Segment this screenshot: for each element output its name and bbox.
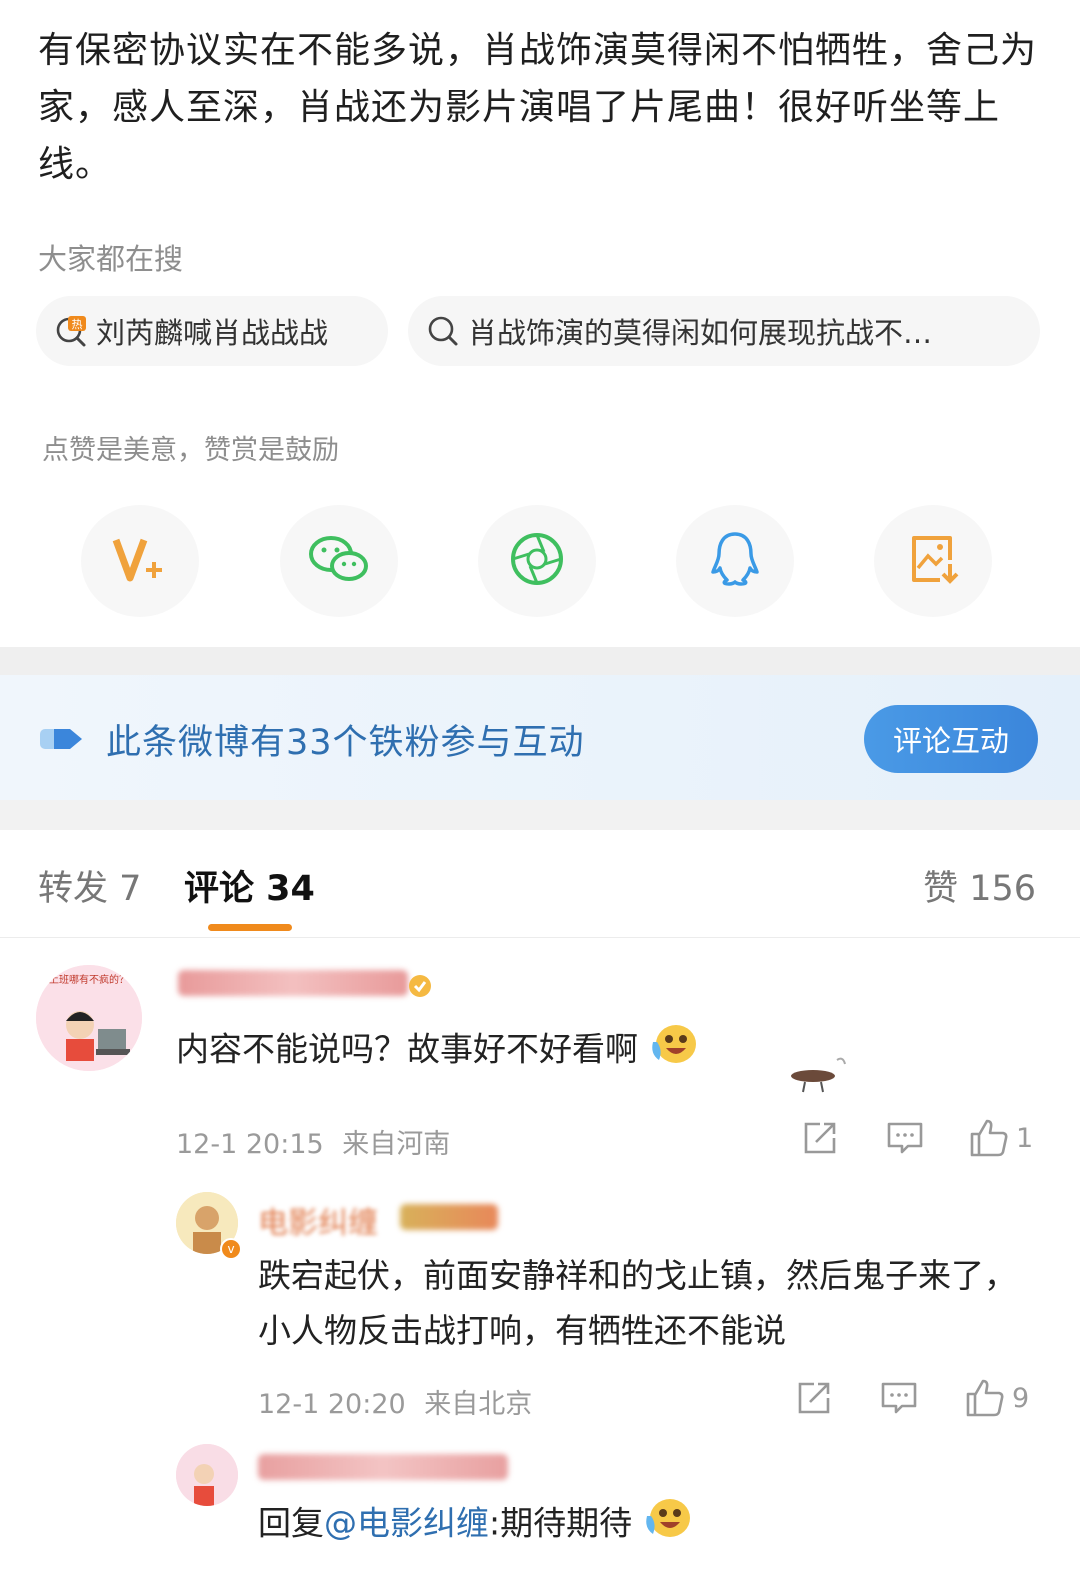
svg-text:v: v (227, 1242, 234, 1256)
username[interactable]: 电影纠缠 (258, 1198, 378, 1242)
like-comment-button[interactable]: 1 (968, 1118, 1033, 1158)
reply-time: 12-1 20:20 (258, 1389, 406, 1420)
comment-icon (881, 1382, 917, 1414)
avatar[interactable] (176, 1444, 238, 1506)
avatar-caption: 上班哪有不疯的？ (49, 973, 129, 986)
comment-text: 内容不能说吗？故事好不好看啊 (176, 1029, 638, 1069)
tab-like[interactable]: 赞 156 (923, 860, 1036, 911)
comment-location: 来自河南 (342, 1129, 451, 1160)
comment-icon (887, 1122, 923, 1154)
fan-badge-icon (406, 972, 434, 1004)
share-icon (798, 1382, 830, 1414)
search-heading: 大家都在搜 (38, 242, 184, 276)
like-count: 1 (1016, 1122, 1034, 1154)
like-reply-button[interactable]: 9 (964, 1378, 1029, 1418)
reply-location: 来自北京 (424, 1389, 533, 1420)
thumbs-up-icon (970, 1119, 1008, 1157)
search-chip-1[interactable]: 热 刘芮麟喊肖战战战 (36, 296, 388, 366)
divider (0, 937, 1080, 938)
forward-reply-button[interactable] (796, 1380, 832, 1416)
v-plus-icon (110, 534, 170, 588)
hot-search-icon: 热 (54, 314, 88, 348)
post-text: 有保密协议实在不能多说，肖战饰演莫得闲不怕牺牲，舍己为家，感人至深，肖战还为影片… (38, 30, 1038, 185)
reply-comment-button[interactable] (886, 1120, 924, 1156)
wechat-icon (307, 532, 371, 590)
reply-prefix: 回复 (258, 1503, 324, 1543)
hot-badge-text: 热 (72, 318, 83, 331)
save-image-icon (906, 532, 960, 590)
reply-meta: 12-1 20:20 来自北京 (258, 1382, 532, 1421)
comment-meta: 12-1 20:15 来自河南 (176, 1122, 450, 1161)
fan-interaction-text: 此条微博有33个铁粉参与互动 (106, 723, 585, 763)
mention-link[interactable]: @电影纠缠 (324, 1504, 489, 1543)
laugh-cry-emoji (649, 1020, 699, 1082)
sticker-decoration (785, 1052, 847, 1098)
reply-content: 跌宕起伏，前面安静祥和的戈止镇，然后鬼子来了，小人物反击战打响，有牺牲还不能说 (258, 1256, 1017, 1350)
active-tab-indicator (208, 924, 292, 931)
user-badge-blurred (400, 1204, 498, 1230)
qq-share-button[interactable] (676, 505, 794, 617)
reward-hint: 点赞是美意，赞赏是鼓励 (42, 435, 339, 466)
laugh-cry-emoji (643, 1494, 693, 1556)
save-image-button[interactable] (874, 505, 992, 617)
search-icon (426, 314, 460, 348)
section-separator (0, 800, 1080, 830)
username-blurred[interactable] (258, 1454, 508, 1480)
search-chip-label: 刘芮麟喊肖战战战 (96, 316, 329, 350)
comment-content: 内容不能说吗？故事好不好看啊 (176, 1020, 699, 1082)
v-plus-button[interactable] (81, 505, 199, 617)
fan-icon (38, 724, 88, 758)
moments-share-button[interactable] (478, 505, 596, 617)
verified-badge-icon: v (220, 1238, 242, 1264)
reply-content: 回复@电影纠缠:期待期待 (258, 1494, 693, 1556)
comment-interaction-button[interactable]: 评论互动 (864, 705, 1038, 773)
comment-time: 12-1 20:15 (176, 1129, 324, 1160)
share-icon (804, 1122, 836, 1154)
like-count: 9 (1012, 1382, 1030, 1414)
search-chip-2[interactable]: 肖战饰演的莫得闲如何展现抗战不… (408, 296, 1040, 366)
section-separator (0, 647, 1080, 675)
tab-repost[interactable]: 转发 7 (38, 860, 141, 911)
moments-icon (508, 530, 566, 592)
forward-comment-button[interactable] (802, 1120, 838, 1156)
search-chip-label: 肖战饰演的莫得闲如何展现抗战不… (468, 316, 933, 350)
reply-reply-button[interactable] (880, 1380, 918, 1416)
thumbs-up-icon (966, 1379, 1004, 1417)
username-blurred[interactable] (178, 970, 408, 996)
reply-text: :期待期待 (489, 1503, 633, 1543)
qq-icon (709, 530, 761, 592)
avatar[interactable]: 上班哪有不疯的？ (36, 965, 142, 1071)
wechat-share-button[interactable] (280, 505, 398, 617)
tab-comment[interactable]: 评论 34 (184, 860, 315, 911)
